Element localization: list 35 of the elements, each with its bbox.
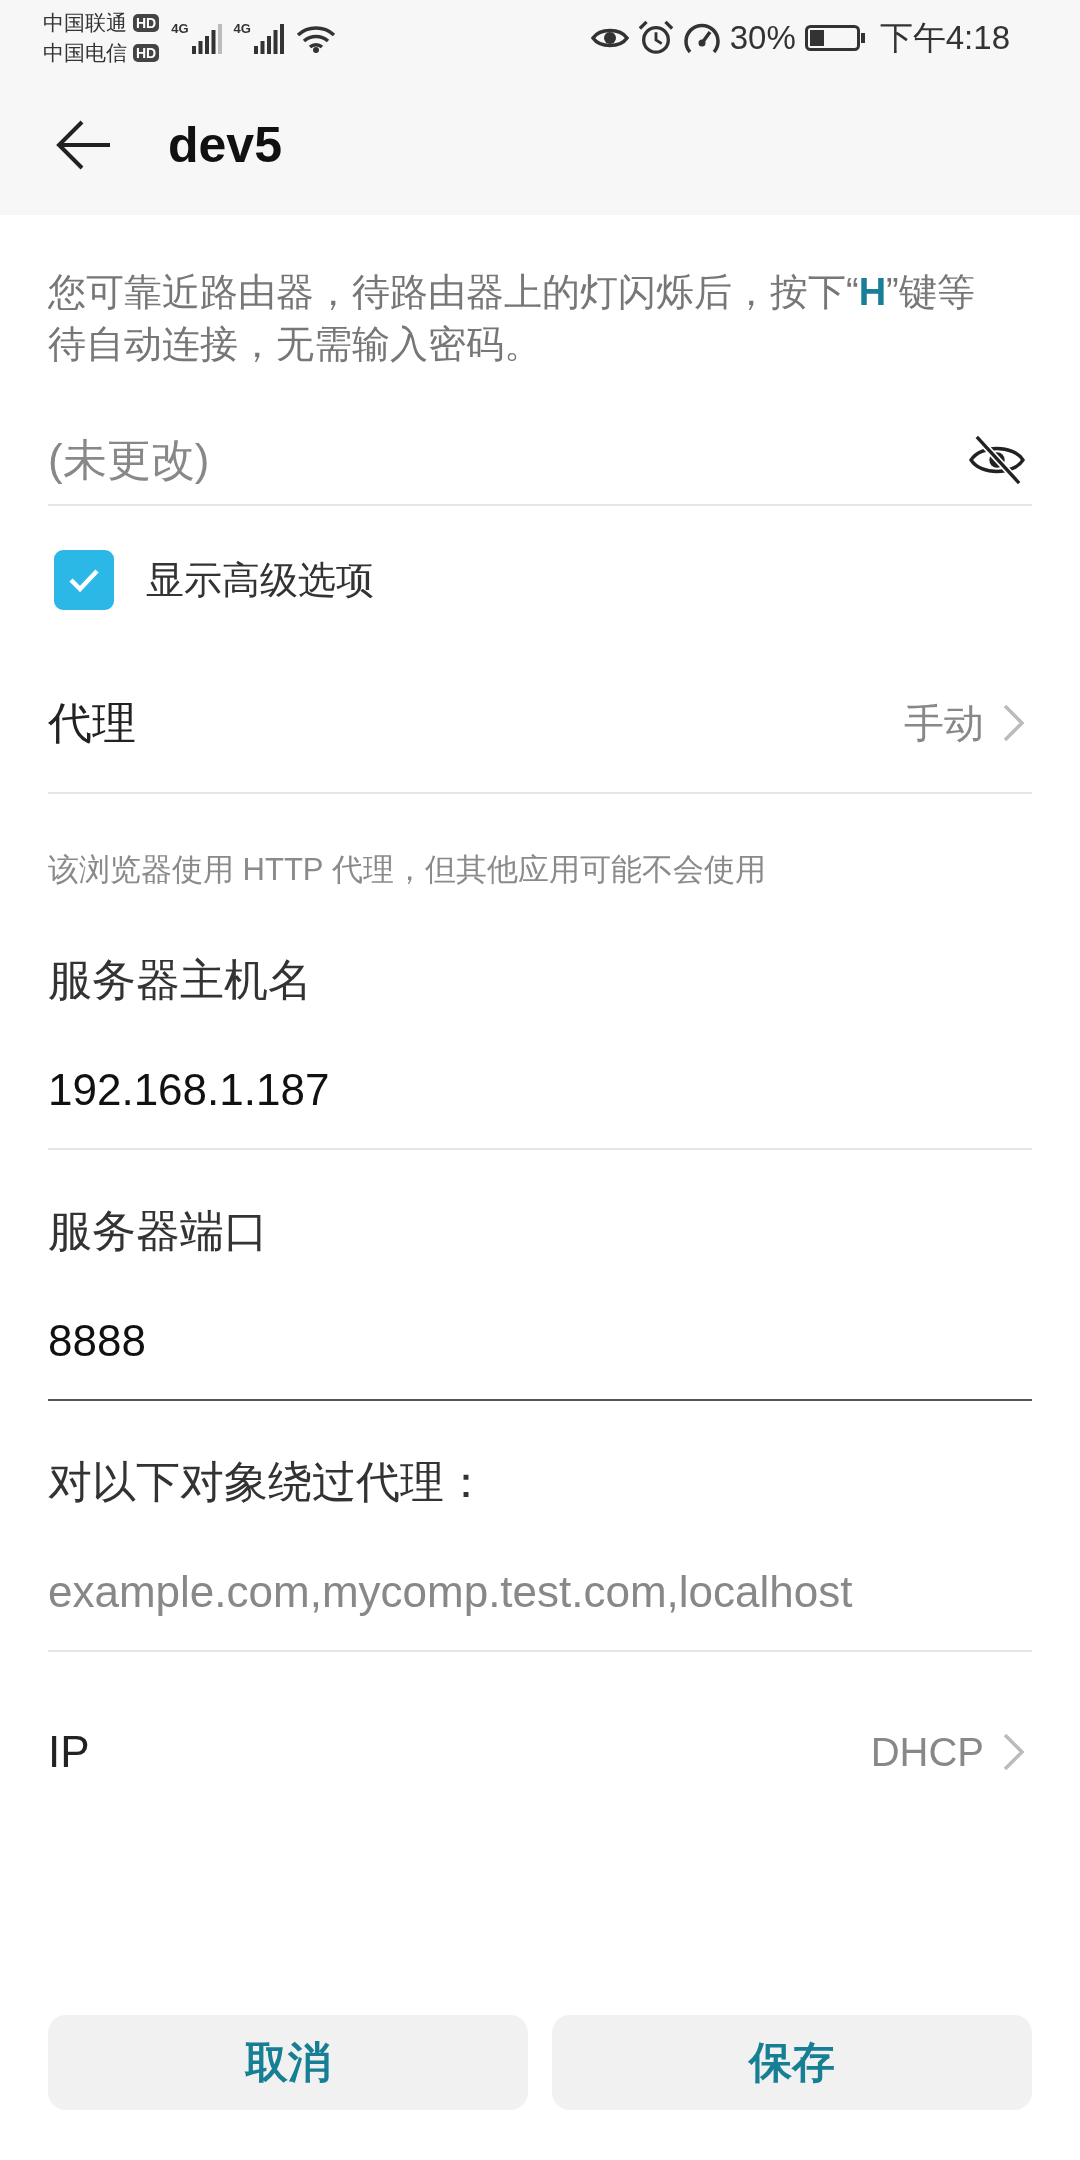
checkbox[interactable]	[54, 550, 114, 610]
notice-text: 您可靠近路由器，待路由器上的灯闪烁后，按下“H”键等待自动连接，无需输入密码。	[48, 270, 976, 367]
network-type-label: 4G	[233, 21, 251, 36]
chevron-right-icon	[1002, 703, 1026, 743]
field-label: 服务器端口	[48, 1205, 268, 1257]
ip-mode-value[interactable]: DHCP	[870, 1729, 984, 1775]
signal-bars-icon	[253, 23, 284, 54]
battery-percentage: 30%	[729, 17, 796, 58]
proxy-hint-text: 该浏览器使用 HTTP 代理，但其他应用可能不会使用	[48, 851, 766, 889]
carrier-name: 中国电信	[43, 39, 127, 66]
text-input-field[interactable]: 8888	[48, 1261, 1032, 1401]
eye-slash-icon[interactable]	[968, 435, 1026, 485]
signal-bars-icon	[191, 23, 222, 54]
battery-icon	[804, 24, 865, 51]
proxy-label: 代理	[48, 696, 136, 749]
field-label: 对以下对象绕过代理：	[48, 1456, 488, 1508]
checkbox-label[interactable]: 显示高级选项	[146, 554, 374, 606]
carrier-name: 中国联通	[43, 9, 127, 36]
hd-badge: HD	[133, 13, 160, 32]
text-input-field[interactable]: 192.168.1.187	[48, 1010, 1032, 1150]
checkmark-icon	[68, 568, 100, 592]
proxy-mode-value[interactable]: 手动	[904, 695, 984, 751]
clock-time: 下午4:18	[879, 17, 1010, 58]
hd-badge: HD	[133, 43, 160, 62]
field-label: 服务器主机名	[48, 954, 312, 1006]
back-arrow-icon[interactable]	[55, 120, 111, 170]
alarm-clock-icon	[637, 19, 674, 56]
save-button[interactable]: 保存	[552, 2015, 1032, 2110]
cancel-button[interactable]: 取消	[48, 2015, 528, 2110]
page-title: dev5	[168, 116, 282, 174]
network-type-label: 4G	[171, 21, 189, 36]
chevron-right-icon	[1002, 1732, 1026, 1772]
password-field[interactable]: (未更改)	[48, 416, 968, 504]
ip-label: IP	[48, 1727, 90, 1777]
text-input-field[interactable]: example.com,mycomp.test.com,localhost	[48, 1512, 1032, 1652]
